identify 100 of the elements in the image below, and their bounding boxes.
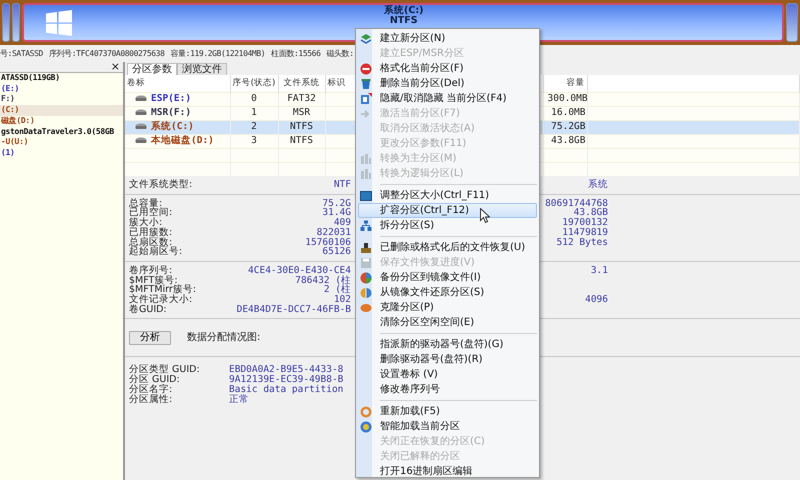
menu-item[interactable]: 隐藏/取消隐藏 当前分区(F4)	[358, 91, 537, 106]
field-label: 已用簇数:	[129, 228, 174, 238]
menu-item[interactable]: 清除分区空闲空间(E)	[358, 315, 537, 330]
menu-item[interactable]: 指派新的驱动器号(盘符)(G)	[358, 337, 537, 352]
field-value: 75.2G	[321, 198, 351, 208]
field-label: 起始扇区号:	[129, 247, 184, 257]
field-value: 15760106	[304, 238, 351, 248]
field-value: NTF	[332, 180, 351, 190]
table-cell: 16.0MB	[543, 106, 587, 120]
menu-item[interactable]: 重新加载(F5)	[358, 404, 537, 419]
menu-item[interactable]: 修改卷序列号	[358, 382, 537, 397]
field-value: 786432 (柱	[294, 276, 351, 286]
field-label: 卷GUID:	[129, 304, 168, 314]
disk-info-text: 柱面数:15566	[271, 48, 320, 58]
partition-tree-item[interactable]: 磁盘(D:)	[0, 116, 123, 127]
field-value: 9A12139E-EC39-49B8-B	[229, 375, 344, 385]
partition-label: 系统(C:)	[384, 6, 424, 16]
layers-icon	[360, 32, 372, 44]
field-value: 系统	[588, 180, 608, 190]
field-value: 正常	[229, 394, 249, 404]
field-value: 822031	[316, 228, 351, 238]
field-label: 文件系统类型:	[129, 180, 194, 190]
menu-item[interactable]: 备份分区到镜像文件(I)	[358, 270, 537, 285]
bucket-icon	[360, 78, 372, 90]
drive-icon	[135, 137, 147, 144]
menu-item[interactable]: 删除当前分区(Del)	[358, 76, 537, 91]
field-label: $MFTMirr簇号:	[129, 285, 198, 296]
volume-label: ESP(E:)	[151, 93, 192, 104]
table-cell: 300.0MB	[543, 92, 587, 106]
oval-icon	[360, 302, 372, 314]
menu-item[interactable]: 格式化当前分区(F)	[358, 61, 537, 76]
field-label: 分区名字:	[129, 384, 174, 395]
mouse-cursor-icon	[480, 208, 490, 223]
field-label: 分区 GUID:	[129, 375, 181, 385]
disk-tree-item[interactable]: gstonDataTraveler3.0(58GB	[0, 126, 123, 138]
menu-item[interactable]: 设置卷标 (V)	[358, 367, 537, 382]
disk-info-text: 序列号:TFC407370A0800275638	[48, 48, 164, 58]
table-cell: 0	[230, 92, 278, 106]
volume-label: MSR(F:)	[151, 107, 192, 118]
partition-tree-item[interactable]: (C:)	[0, 105, 123, 116]
table-cell: 75.2GB	[543, 120, 587, 134]
partition-segment[interactable]	[12, 3, 20, 42]
menu-item[interactable]: 打开16进制扇区编辑	[358, 464, 537, 479]
menu-item[interactable]: 克隆分区(P)	[358, 300, 537, 315]
menu-item[interactable]: 智能加载当前分区	[358, 419, 537, 434]
field-value: Basic data partition	[229, 384, 344, 395]
menu-item[interactable]: 删除驱动器号(盘符)(R)	[358, 352, 537, 367]
drive-icon	[135, 123, 147, 130]
windows-logo-icon	[46, 10, 72, 36]
tree-icon	[360, 220, 372, 232]
field-label: 总扇区数:	[129, 238, 172, 248]
partition-segment[interactable]	[2, 3, 10, 42]
half-circles-icon	[360, 286, 372, 298]
field-label: 簇大小:	[129, 218, 162, 228]
field-value: 2 (柱	[322, 285, 351, 296]
menu-item[interactable]: 调整分区大小(Ctrl_F11)	[358, 188, 537, 203]
field-value: 4096	[585, 295, 608, 305]
table-cell: NTFS	[278, 134, 325, 148]
partition-segment[interactable]	[786, 3, 798, 42]
partition-tree-item[interactable]: (E:)	[0, 84, 123, 94]
table-cell: 2	[230, 120, 278, 134]
partition-tree-item[interactable]: (1)	[0, 148, 123, 159]
field-value: 102	[334, 295, 351, 305]
bars-icon	[360, 168, 372, 180]
tab[interactable]: 分区参数	[127, 63, 177, 75]
menu-item[interactable]: 拆分分区(S)	[358, 218, 537, 233]
volume-label: 系统(C:)	[151, 121, 194, 132]
partition-tree-item[interactable]: -U(U:)	[0, 137, 123, 148]
disk-tree-item[interactable]: ATASSD(119GB)	[0, 73, 123, 84]
field-value: 43.8GB	[574, 208, 608, 218]
analyze-button[interactable]: 分析	[129, 330, 171, 345]
drive-icon	[135, 95, 147, 102]
table-cell: NTFS	[278, 120, 325, 134]
field-value: 4CE4-30E0-E430-CE4	[247, 266, 351, 276]
tab[interactable]: 浏览文件	[177, 63, 227, 75]
field-label: 分区类型 GUID:	[129, 365, 201, 376]
menu-item[interactable]: 已删除或格式化后的文件恢复(U)	[358, 240, 537, 255]
partition-tree-item[interactable]: F:)	[0, 94, 123, 106]
bars-icon	[360, 152, 372, 164]
arrow-icon	[360, 108, 372, 120]
square-icon	[360, 92, 372, 104]
table-cell: 3	[230, 134, 278, 148]
field-label: 文件记录大小:	[129, 295, 194, 305]
ball-icon	[360, 272, 372, 284]
field-value: 65126	[321, 247, 351, 257]
menu-item[interactable]: 扩容分区(Ctrl_F12)	[358, 203, 537, 218]
field-label: 卷序列号:	[129, 266, 172, 276]
no-entry-icon	[360, 62, 372, 74]
menu-item[interactable]: 从镜像文件还原分区(S)	[358, 285, 537, 300]
rectangle-icon	[360, 190, 372, 202]
globe-icon	[360, 420, 372, 432]
close-button[interactable]: ×	[108, 62, 123, 72]
box-icon	[360, 242, 372, 254]
table-cell: MSR	[278, 106, 325, 120]
disk-info-text: 号:SATASSD	[0, 48, 43, 58]
field-label: 分区属性:	[129, 394, 174, 404]
field-value: 512 Bytes	[556, 238, 608, 248]
field-value: 3.1	[590, 266, 608, 276]
field-value: 409	[334, 218, 351, 228]
field-value: EBD0A0A2-B9E5-4433-8	[229, 365, 344, 376]
